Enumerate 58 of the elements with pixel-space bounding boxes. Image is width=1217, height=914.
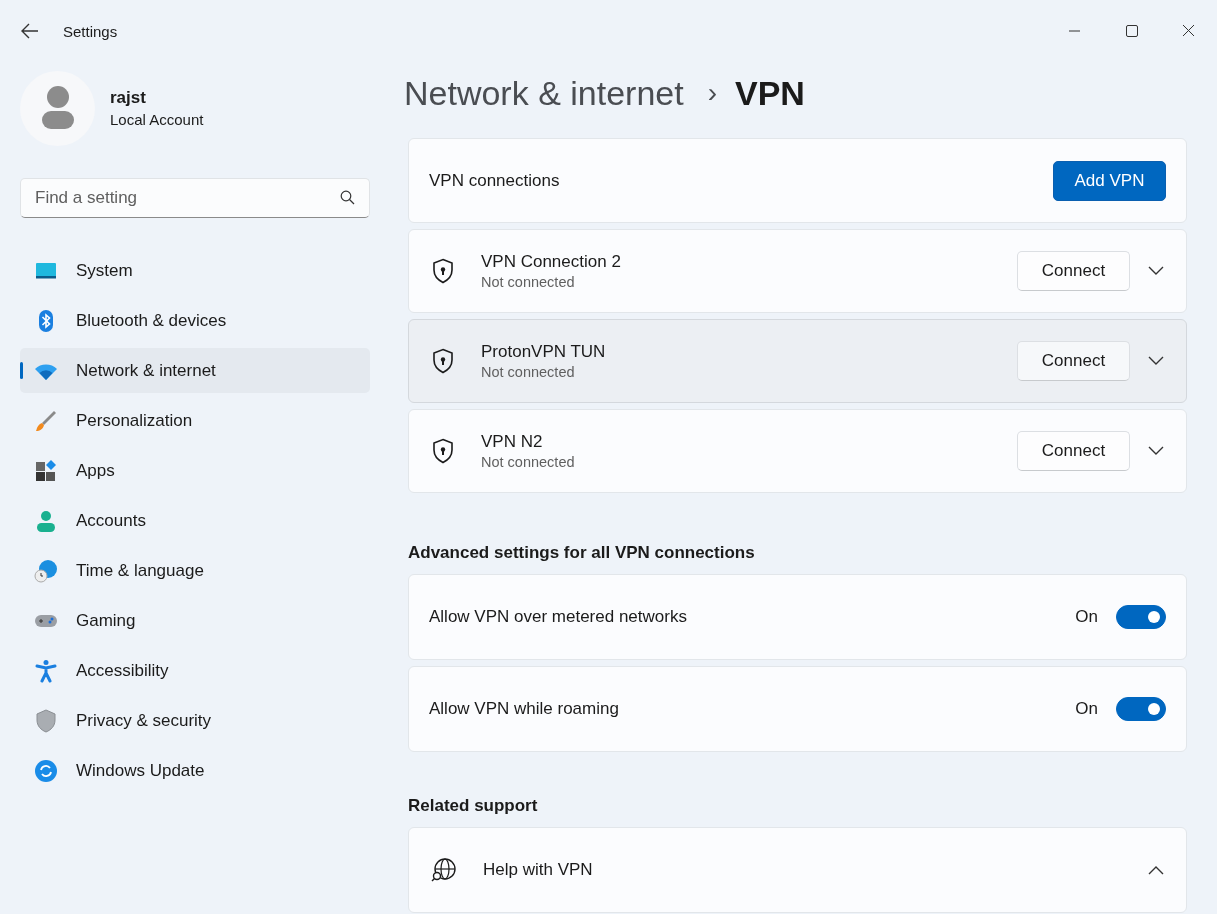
back-arrow-icon[interactable]	[20, 21, 40, 41]
account-type: Local Account	[110, 111, 204, 128]
person-icon	[34, 508, 58, 533]
toggle-switch[interactable]	[1116, 605, 1166, 629]
section-heading: Related support	[408, 796, 539, 816]
sidebar-item[interactable]: Time & language	[20, 548, 370, 593]
apps-icon	[34, 458, 58, 483]
add-vpn-button[interactable]: Add VPN	[1053, 160, 1166, 201]
sidebar-item[interactable]: Bluetooth & devices	[20, 298, 370, 343]
sidebar-item[interactable]: Privacy & security	[20, 698, 370, 743]
connect-button[interactable]: Connect	[1017, 431, 1130, 471]
chevron-down-icon[interactable]	[1148, 446, 1164, 456]
sync-icon	[34, 758, 58, 783]
page-title: VPN	[735, 73, 805, 113]
section-label: VPN connections	[429, 170, 561, 191]
search-icon	[340, 190, 355, 205]
chevron-down-icon[interactable]	[1148, 356, 1164, 366]
connection-status: Not connected	[481, 274, 576, 290]
connection-name: VPN Connection 2	[481, 252, 622, 272]
selection-indicator	[20, 362, 23, 379]
toggle-switch[interactable]	[1116, 697, 1166, 721]
window-title: Settings	[63, 22, 118, 40]
connect-button[interactable]: Connect	[1017, 251, 1130, 291]
globe-search-icon	[431, 857, 457, 883]
sidebar-item[interactable]: Accounts	[20, 498, 370, 543]
sidebar-item[interactable]: Apps	[20, 448, 370, 493]
connection-status: Not connected	[481, 364, 576, 380]
user-name: rajst	[110, 88, 147, 108]
connection-status: Not connected	[481, 454, 576, 470]
breadcrumb-separator: ›	[707, 77, 717, 109]
connection-name: VPN N2	[481, 432, 544, 452]
person-silhouette-icon	[39, 86, 76, 130]
paintbrush-icon	[34, 408, 58, 433]
connect-button[interactable]: Connect	[1017, 341, 1130, 381]
breadcrumb-parent[interactable]: Network & internet	[404, 73, 684, 113]
connection-name: ProtonVPN TUN	[481, 342, 607, 362]
shield-icon	[34, 708, 58, 733]
setting-label: Allow VPN while roaming	[429, 699, 620, 719]
section-heading: Advanced settings for all VPN connections	[408, 543, 756, 563]
search-field[interactable]: Find a setting	[20, 178, 370, 218]
help-label: Help with VPN	[483, 860, 594, 880]
shield-lock-icon	[431, 348, 455, 374]
shield-lock-icon	[431, 258, 455, 284]
chevron-up-icon[interactable]	[1148, 865, 1164, 875]
sidebar-item[interactable]: Accessibility	[20, 648, 370, 693]
accessibility-icon	[34, 658, 58, 683]
sidebar-item[interactable]: Personalization	[20, 398, 370, 443]
globe-clock-icon	[34, 558, 58, 583]
sidebar-item[interactable]: Network & internet	[20, 348, 370, 393]
sidebar-item[interactable]: System	[20, 248, 370, 293]
toggle-state: On	[1075, 607, 1098, 627]
toggle-state: On	[1075, 699, 1098, 719]
shield-lock-icon	[431, 438, 455, 464]
help-card[interactable]: Help with VPN	[408, 827, 1187, 913]
sidebar-item[interactable]: Gaming	[20, 598, 370, 643]
chevron-down-icon[interactable]	[1148, 266, 1164, 276]
sidebar-item[interactable]: Windows Update	[20, 748, 370, 793]
setting-label: Allow VPN over metered networks	[429, 607, 688, 627]
